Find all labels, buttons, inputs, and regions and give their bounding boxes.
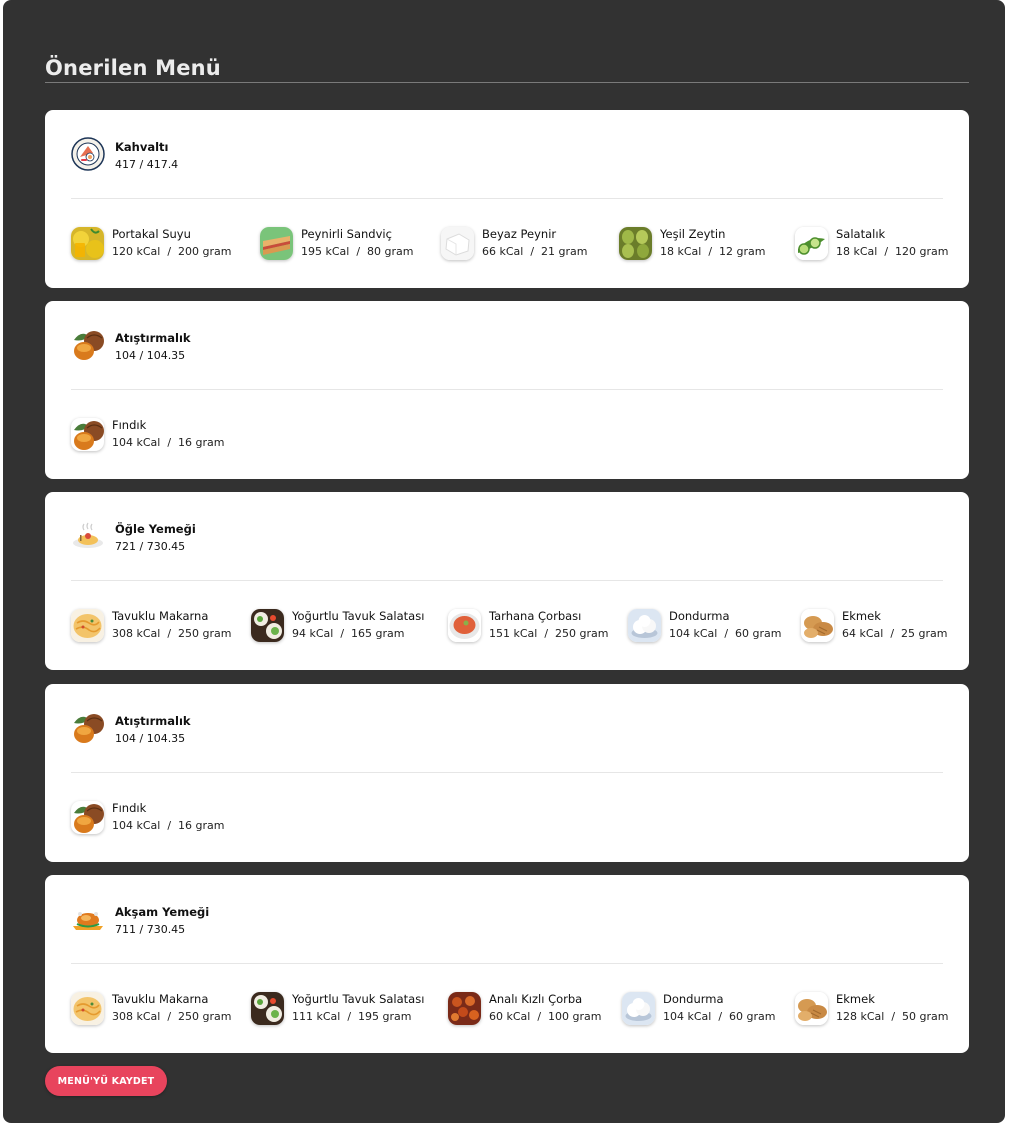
food-calories-weight: 151 kCal / 250 gram xyxy=(489,627,609,640)
green-olive-icon xyxy=(619,227,652,260)
food-calories-weight: 120 kCal / 200 gram xyxy=(112,245,232,258)
meal-card: Atıştırmalık 104 / 104.35 Fındık 104 kCal /… xyxy=(45,301,969,479)
food-name: Ekmek xyxy=(836,992,875,1006)
food-calories-weight: 104 kCal / 60 gram xyxy=(669,627,782,640)
meal-calories: 104 / 104.35 xyxy=(115,732,186,745)
hazelnut-icon xyxy=(71,328,105,362)
food-name: Fındık xyxy=(112,418,147,432)
meal-name: Kahvaltı xyxy=(115,140,169,154)
food-name: Dondurma xyxy=(669,609,730,623)
white-cheese-icon xyxy=(441,227,474,260)
breakfast-plate-icon xyxy=(71,137,105,171)
sandwich-icon xyxy=(260,227,293,260)
food-calories-weight: 104 kCal / 16 gram xyxy=(112,436,225,449)
meal-calories: 104 / 104.35 xyxy=(115,349,186,362)
hazelnut-icon xyxy=(71,711,105,745)
meal-name: Atıştırmalık xyxy=(115,714,191,728)
save-menu-button[interactable]: MENÜ'YÜ KAYDET xyxy=(45,1066,167,1096)
food-name: Dondurma xyxy=(663,992,724,1006)
page-title: Önerilen Menü xyxy=(45,56,221,80)
food-list: Portakal Suyu 120 kCal / 200 gram Peynirli… xyxy=(71,226,949,266)
bread-icon xyxy=(795,992,828,1025)
food-calories-weight: 104 kCal / 16 gram xyxy=(112,819,225,832)
food-name: Peynirli Sandviç xyxy=(301,227,392,241)
cucumber-icon xyxy=(795,227,828,260)
meal-calories: 711 / 730.45 xyxy=(115,923,186,936)
food-name: Yoğurtlu Tavuk Salatası xyxy=(292,992,425,1006)
food-name: Tavuklu Makarna xyxy=(112,609,209,623)
food-calories-weight: 18 kCal / 120 gram xyxy=(836,245,949,258)
meal-divider xyxy=(71,580,943,581)
food-name: Fındık xyxy=(112,801,147,815)
food-calories-weight: 195 kCal / 80 gram xyxy=(301,245,414,258)
food-calories-weight: 128 kCal / 50 gram xyxy=(836,1010,949,1023)
ice-cream-icon xyxy=(622,992,655,1025)
food-name: Analı Kızlı Çorba xyxy=(489,992,583,1006)
meal-divider xyxy=(71,389,943,390)
menu-panel: Önerilen Menü Kahvaltı 417 / 417.4 Portaka… xyxy=(3,0,1005,1123)
title-divider xyxy=(45,82,969,83)
hazelnut-icon xyxy=(71,801,104,834)
food-calories-weight: 104 kCal / 60 gram xyxy=(663,1010,776,1023)
food-list: Tavuklu Makarna 308 kCal / 250 gram Yoğurt… xyxy=(71,991,949,1031)
food-list: Tavuklu Makarna 308 kCal / 250 gram Yoğurt… xyxy=(71,608,948,648)
food-name: Tavuklu Makarna xyxy=(112,992,209,1006)
hazelnut-icon xyxy=(71,418,104,451)
meal-calories: 721 / 730.45 xyxy=(115,540,186,553)
bread-icon xyxy=(801,609,834,642)
meal-card: Öğle Yemeği 721 / 730.45 Tavuklu Makarna 30… xyxy=(45,492,969,670)
food-calories-weight: 94 kCal / 165 gram xyxy=(292,627,405,640)
meatball-soup-icon xyxy=(448,992,481,1025)
food-name: Tarhana Çorbası xyxy=(489,609,582,623)
ice-cream-icon xyxy=(628,609,661,642)
food-list: Fındık 104 kCal / 16 gram xyxy=(71,800,943,840)
food-name: Ekmek xyxy=(842,609,881,623)
food-name: Portakal Suyu xyxy=(112,227,191,241)
meal-card: Kahvaltı 417 / 417.4 Portakal Suyu 120 kCal… xyxy=(45,110,969,288)
food-name: Beyaz Peynir xyxy=(482,227,557,241)
meal-card: Atıştırmalık 104 / 104.35 Fındık 104 kCal /… xyxy=(45,684,969,862)
soup-icon xyxy=(448,609,481,642)
food-calories-weight: 308 kCal / 250 gram xyxy=(112,1010,232,1023)
meal-calories: 417 / 417.4 xyxy=(115,158,179,171)
food-name: Yeşil Zeytin xyxy=(660,227,726,241)
food-calories-weight: 308 kCal / 250 gram xyxy=(112,627,232,640)
salad-icon xyxy=(251,609,284,642)
meal-name: Akşam Yemeği xyxy=(115,905,210,919)
food-calories-weight: 111 kCal / 195 gram xyxy=(292,1010,412,1023)
food-calories-weight: 66 kCal / 21 gram xyxy=(482,245,588,258)
food-calories-weight: 60 kCal / 100 gram xyxy=(489,1010,602,1023)
meal-divider xyxy=(71,772,943,773)
food-name: Salatalık xyxy=(836,227,886,241)
meal-card: Akşam Yemeği 711 / 730.45 Tavuklu Makarna 3… xyxy=(45,875,969,1053)
food-name: Yoğurtlu Tavuk Salatası xyxy=(292,609,425,623)
meal-name: Öğle Yemeği xyxy=(115,522,196,536)
meal-divider xyxy=(71,963,943,964)
salad-icon xyxy=(251,992,284,1025)
food-list: Fındık 104 kCal / 16 gram xyxy=(71,417,943,457)
food-calories-weight: 64 kCal / 25 gram xyxy=(842,627,948,640)
lunch-plate-icon xyxy=(71,519,105,553)
pasta-icon xyxy=(71,609,104,642)
meal-divider xyxy=(71,198,943,199)
orange-juice-icon xyxy=(71,227,104,260)
dinner-roast-icon xyxy=(71,902,105,936)
pasta-icon xyxy=(71,992,104,1025)
meal-name: Atıştırmalık xyxy=(115,331,191,345)
food-calories-weight: 18 kCal / 12 gram xyxy=(660,245,766,258)
